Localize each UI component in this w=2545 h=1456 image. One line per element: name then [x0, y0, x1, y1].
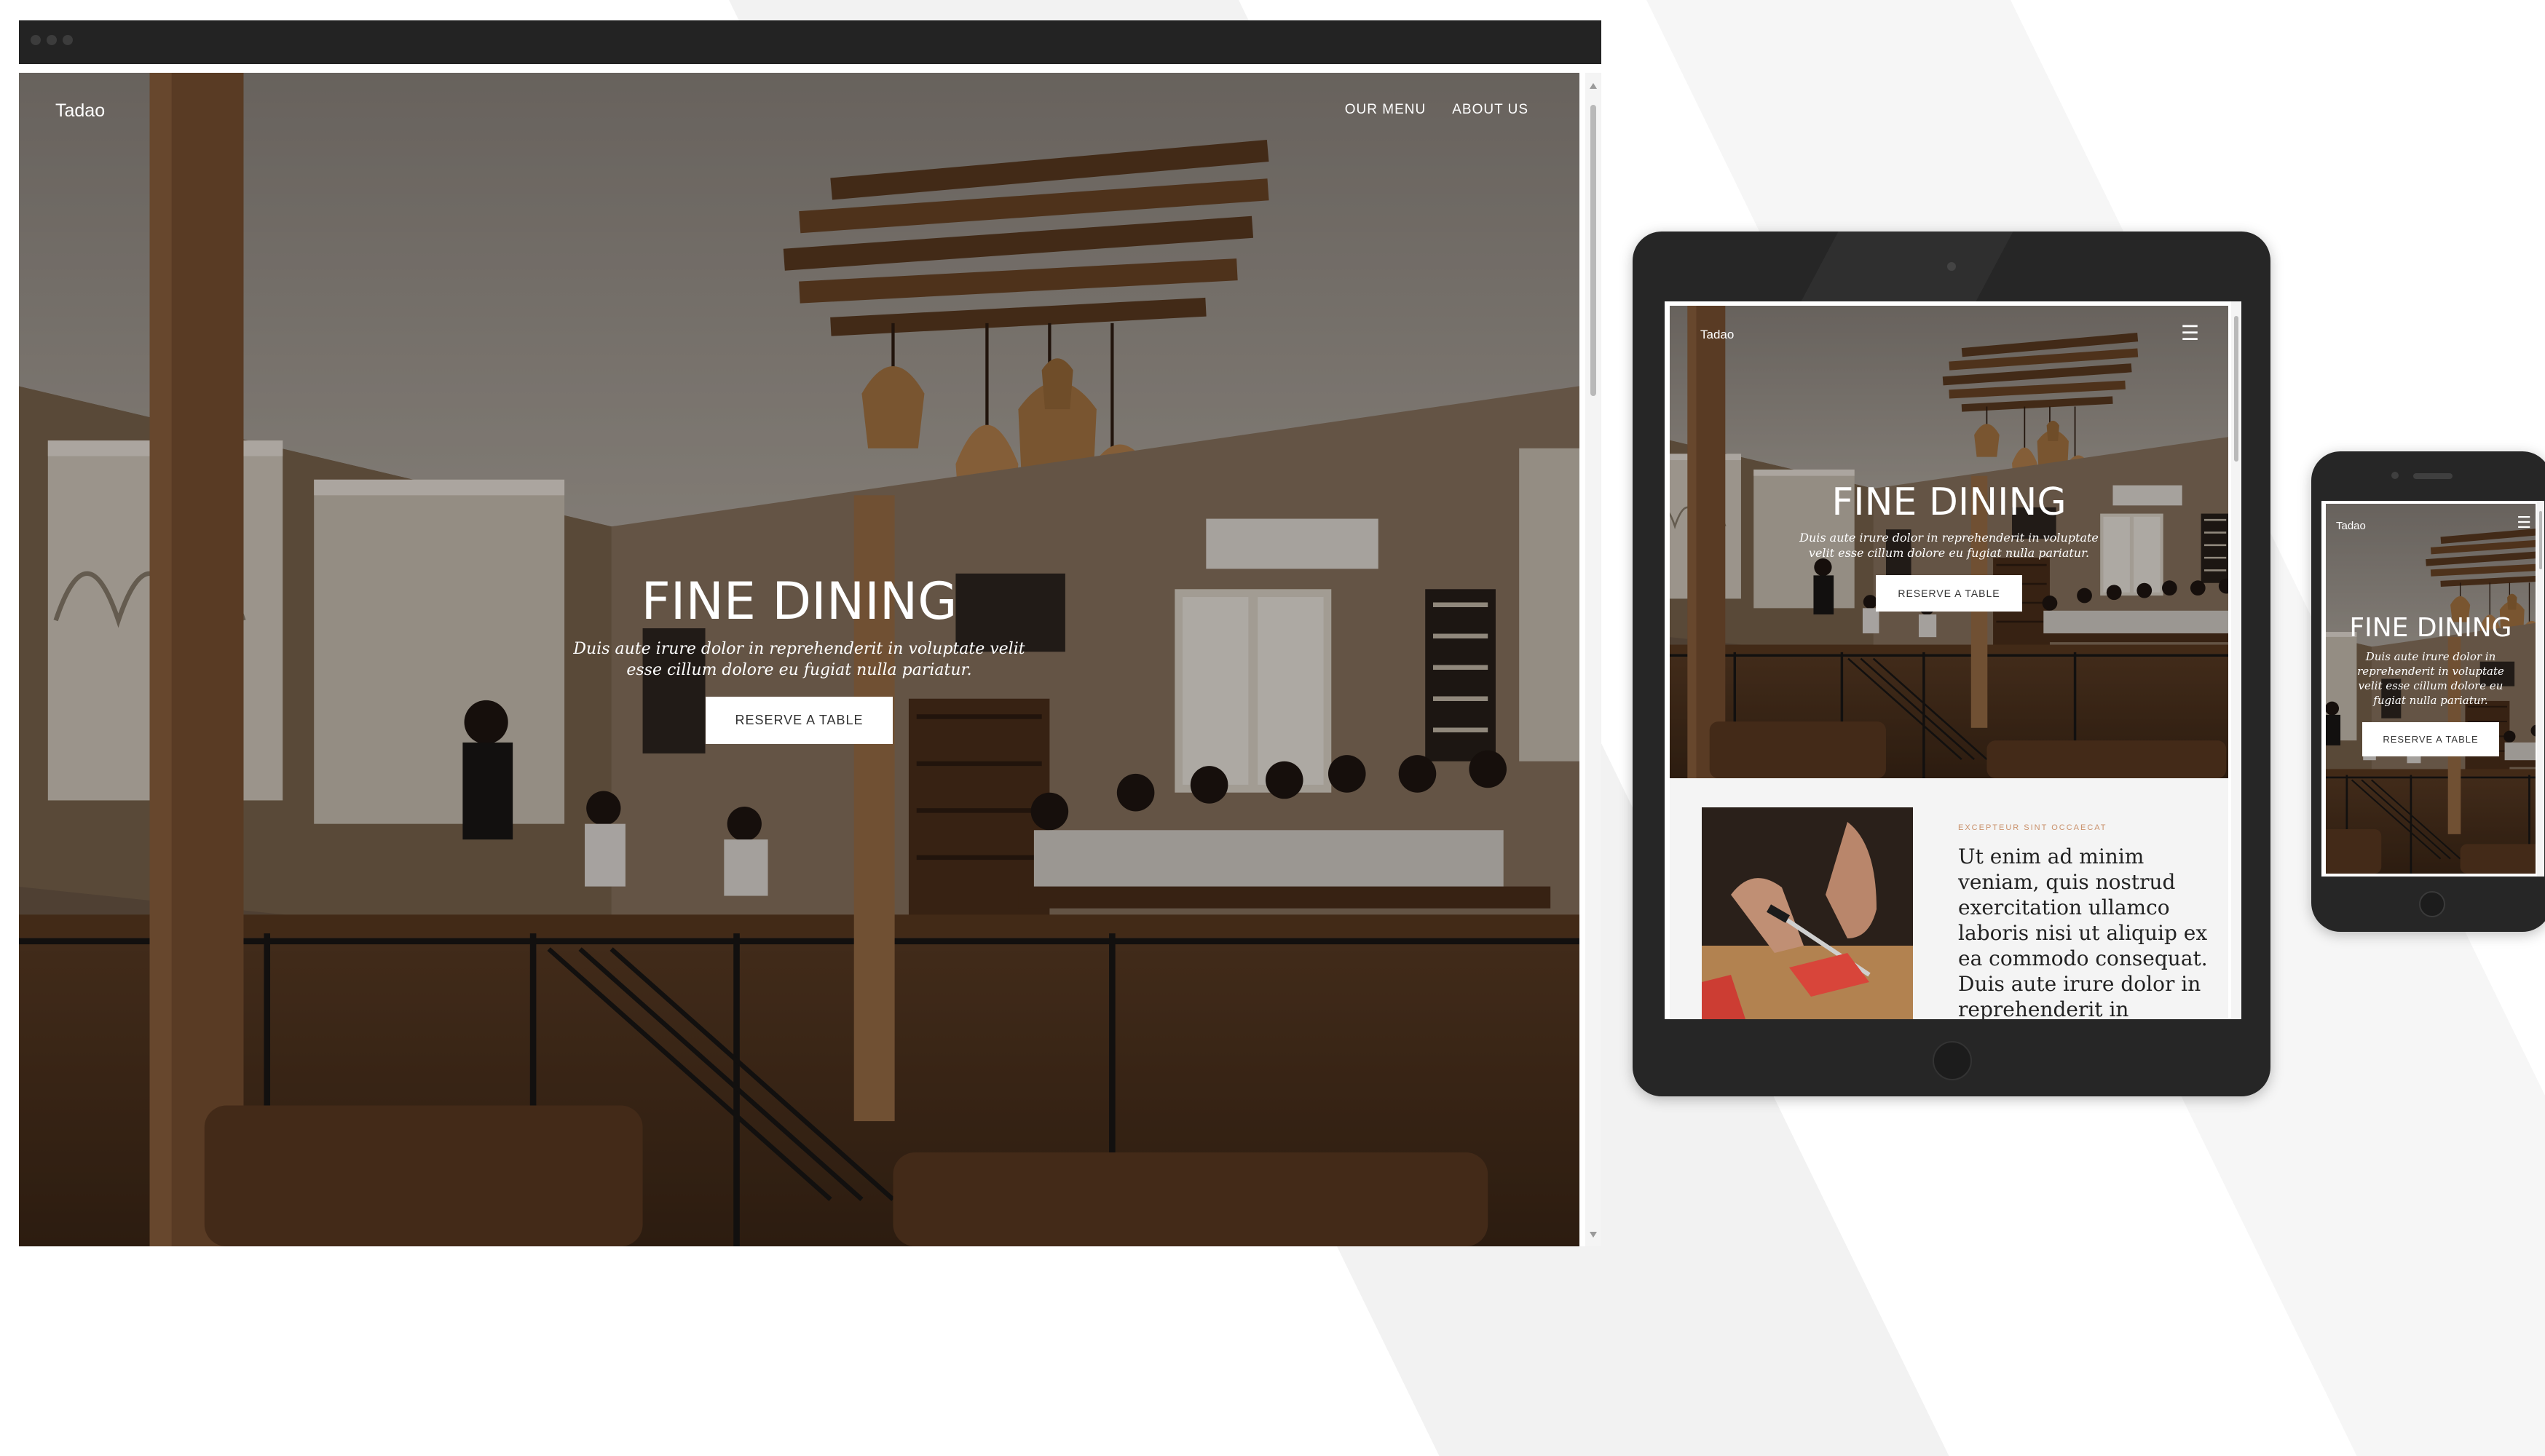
tablet-scrollbar[interactable]	[2231, 301, 2241, 1019]
window-dot-icon[interactable]	[47, 35, 57, 45]
desktop-scrollbar-thumb[interactable]	[1590, 105, 1596, 396]
phone-hero-copy: FINE DINING Duis aute irure dolor in rep…	[2326, 613, 2536, 756]
main-nav: OUR MENU ABOUT US	[1345, 102, 1528, 118]
arrow-down-icon[interactable]	[1590, 1232, 1597, 1238]
tablet-site-logo[interactable]: Tadao	[1700, 328, 1734, 342]
tablet-scrollbar-thumb[interactable]	[2234, 316, 2238, 462]
desktop-viewport: Tadao OUR MENU ABOUT US FINE DINING Duis…	[19, 73, 1579, 1246]
phone-camera	[2391, 472, 2399, 479]
section-eyebrow: EXCEPTEUR SINT OCCAECAT	[1958, 823, 2107, 832]
tablet-mockup: Tadao ☰ FINE DINING Duis aute irure dolo…	[1633, 232, 2270, 1096]
hero-title: FINE DINING	[641, 571, 958, 631]
tablet-hero-title: FINE DINING	[1831, 480, 2067, 524]
hero-section: Tadao OUR MENU ABOUT US FINE DINING Duis…	[19, 73, 1579, 1246]
tablet-camera	[1947, 262, 1956, 271]
browser-titlebar	[19, 20, 1601, 64]
hero-copy: FINE DINING Duis aute irure dolor in rep…	[19, 571, 1579, 744]
phone-reserve-table-button[interactable]: RESERVE A TABLE	[2362, 722, 2499, 756]
tablet-content-section: EXCEPTEUR SINT OCCAECAT Ut enim ad minim…	[1670, 778, 2228, 1019]
hamburger-icon[interactable]: ☰	[2517, 515, 2531, 531]
phone-scrollbar[interactable]	[2537, 501, 2544, 877]
phone-home-button[interactable]	[2419, 891, 2445, 917]
tablet-hero-subtitle: Duis aute irure dolor in reprehenderit i…	[1799, 531, 2099, 560]
nav-link-about-us[interactable]: ABOUT US	[1452, 102, 1528, 118]
phone-screen: Tadao ☰ FINE DINING Duis aute irure dolo…	[2321, 501, 2544, 877]
section-paragraph: Ut enim ad minim veniam, quis nostrud ex…	[1958, 844, 2208, 1019]
desktop-scrollbar[interactable]	[1585, 73, 1601, 1246]
hamburger-icon[interactable]: ☰	[2181, 323, 2199, 344]
desktop-browser-mockup: Tadao OUR MENU ABOUT US FINE DINING Duis…	[19, 20, 1601, 1246]
site-logo[interactable]: Tadao	[55, 100, 105, 122]
window-dot-icon[interactable]	[63, 35, 73, 45]
nav-link-our-menu[interactable]: OUR MENU	[1345, 102, 1426, 118]
tablet-hero-section: Tadao ☰ FINE DINING Duis aute irure dolo…	[1670, 306, 2228, 778]
phone-scrollbar-thumb[interactable]	[2539, 511, 2542, 569]
phone-hero-title: FINE DINING	[2349, 613, 2512, 643]
tablet-screen: Tadao ☰ FINE DINING Duis aute irure dolo…	[1665, 301, 2241, 1019]
tablet-home-button[interactable]	[1933, 1041, 1972, 1080]
phone-mockup: Tadao ☰ FINE DINING Duis aute irure dolo…	[2311, 451, 2545, 932]
phone-hero-subtitle: Duis aute irure dolor in reprehenderit i…	[2357, 650, 2504, 707]
tablet-reserve-table-button[interactable]: RESERVE A TABLE	[1876, 575, 2022, 612]
hero-subtitle: Duis aute irure dolor in reprehenderit i…	[573, 640, 1025, 679]
tablet-hero-copy: FINE DINING Duis aute irure dolor in rep…	[1670, 480, 2228, 612]
chef-slicing-photo	[1702, 807, 1913, 1019]
reserve-table-button[interactable]: RESERVE A TABLE	[706, 697, 893, 744]
phone-site-logo[interactable]: Tadao	[2336, 520, 2366, 532]
window-dot-icon[interactable]	[31, 35, 41, 45]
phone-hero-section: Tadao ☰ FINE DINING Duis aute irure dolo…	[2326, 504, 2536, 874]
arrow-up-icon[interactable]	[1590, 83, 1597, 89]
phone-speaker	[2413, 473, 2453, 479]
